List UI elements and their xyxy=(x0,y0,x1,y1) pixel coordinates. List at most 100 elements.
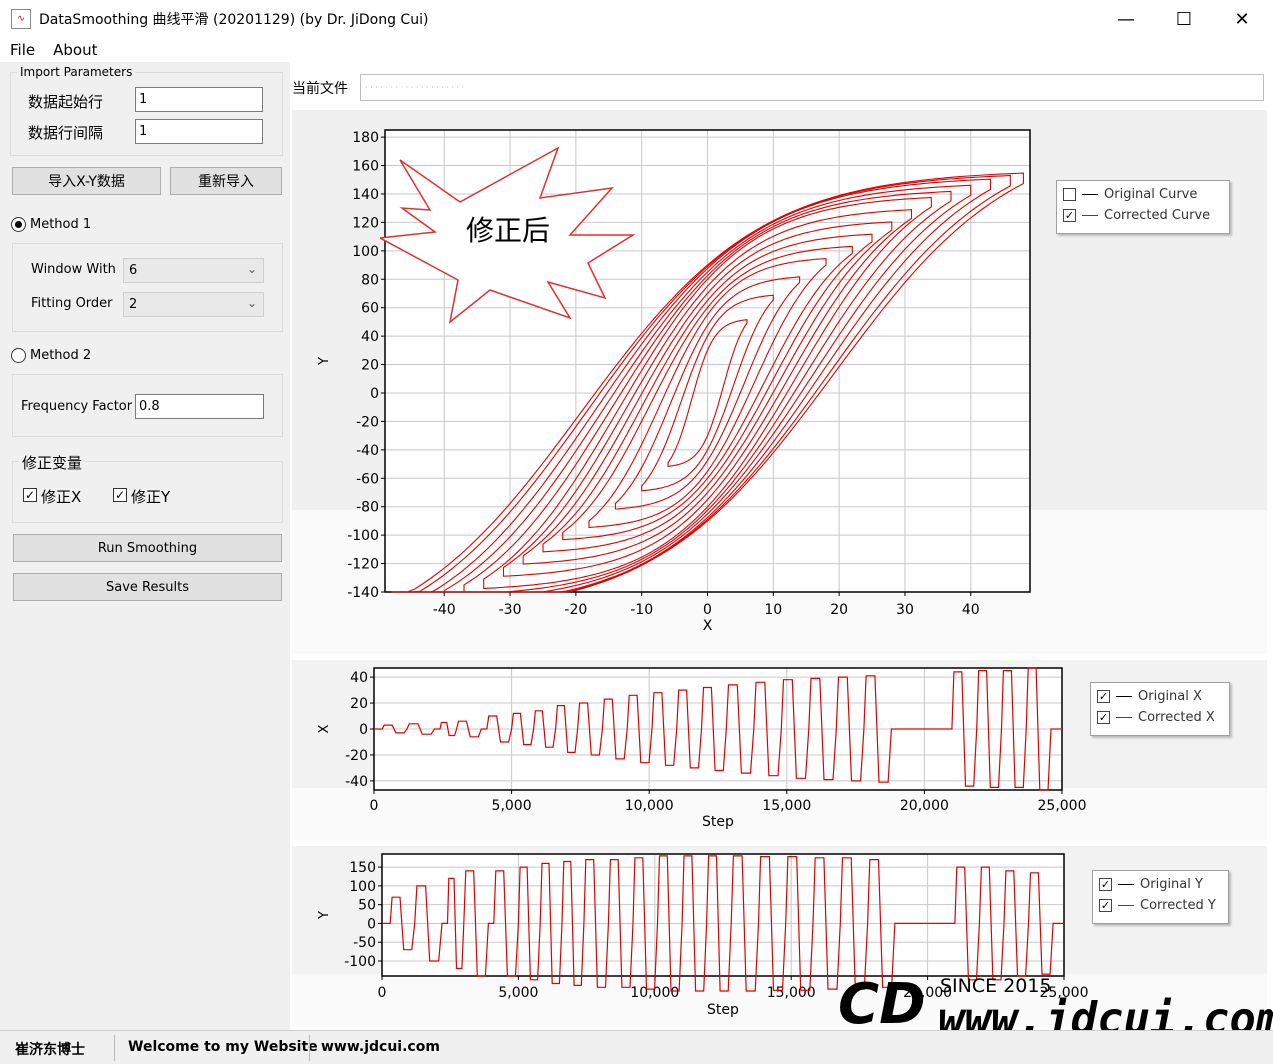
legend-line xyxy=(1118,884,1134,885)
row-interval-input[interactable]: 1 xyxy=(135,119,263,144)
watermark-logo: CD xyxy=(838,972,926,1037)
y-tick-label: 0 xyxy=(367,916,376,932)
x-tick-label: -40 xyxy=(433,602,456,618)
legend-original-y[interactable]: ✓ Original Y xyxy=(1099,877,1203,892)
window-with-value: 6 xyxy=(129,263,138,278)
current-file-label: 当前文件 xyxy=(292,81,348,97)
window-with-label: Window With xyxy=(31,262,116,277)
import-xy-button[interactable]: 导入X-Y数据 xyxy=(12,167,161,195)
correct-y-checkbox[interactable]: ✓ xyxy=(113,488,127,502)
x-chart-panel: 0 5,000 10,000 15,000 20,000 25,000 -40 -20 0 20 4… xyxy=(292,660,1267,840)
y-tick-label: 60 xyxy=(361,301,379,317)
x-tick-label: -20 xyxy=(564,602,587,618)
legend-corrected-y[interactable]: ✓ Corrected Y xyxy=(1099,898,1216,913)
legend-corrected-x[interactable]: ✓ Corrected X xyxy=(1097,710,1215,725)
status-site-link[interactable]: www.jdcui.com xyxy=(321,1039,440,1055)
row-interval-label: 数据行间隔 xyxy=(28,124,104,142)
legend-original-x[interactable]: ✓ Original X xyxy=(1097,689,1202,704)
status-separator xyxy=(309,1035,310,1061)
legend-corrected-curve-label: Corrected Curve xyxy=(1104,208,1211,223)
start-row-input[interactable]: 1 xyxy=(135,87,263,112)
legend-original-curve-label: Original Curve xyxy=(1104,187,1198,202)
import-xy-label: 导入X-Y数据 xyxy=(48,174,125,190)
y-tick-label: 100 xyxy=(349,879,376,895)
app-icon-glyph: ∿ xyxy=(17,14,25,24)
maximize-icon: ☐ xyxy=(1175,8,1193,30)
correct-x-label: 修正X xyxy=(41,488,82,506)
x-tick-label: 10 xyxy=(764,602,782,618)
minimize-button[interactable]: — xyxy=(1097,0,1155,38)
xy-legend: Original Curve ✓ Corrected Curve xyxy=(1056,180,1230,234)
x-tick-label: 30 xyxy=(896,602,914,618)
x-tick-label: 0 xyxy=(703,602,712,618)
legend-corrected-curve[interactable]: ✓ Corrected Curve xyxy=(1063,208,1210,223)
legend-checkbox[interactable]: ✓ xyxy=(1097,690,1110,703)
legend-checkbox[interactable]: ✓ xyxy=(1097,711,1110,724)
import-parameters-legend: Import Parameters xyxy=(17,65,136,79)
y-tick-label: 0 xyxy=(359,722,368,738)
y-tick-label: 20 xyxy=(350,696,368,712)
window-title: DataSmoothing 曲线平滑 (20201129) (by Dr. Ji… xyxy=(39,12,429,28)
save-results-button[interactable]: Save Results xyxy=(13,573,282,601)
correct-vars-legend: 修正变量 xyxy=(19,452,86,473)
y-tick-label: 180 xyxy=(352,130,379,146)
run-smoothing-button[interactable]: Run Smoothing xyxy=(13,534,282,562)
method2-radio[interactable] xyxy=(11,348,26,363)
y-axis-label: Y xyxy=(317,357,332,366)
correct-x-checkbox[interactable]: ✓ xyxy=(23,488,37,502)
fitting-order-label: Fitting Order xyxy=(31,296,113,311)
window-with-select[interactable]: 6 ⌄ xyxy=(123,258,264,283)
legend-checkbox[interactable] xyxy=(1063,188,1076,201)
menu-about[interactable]: About xyxy=(43,41,105,59)
x-tick-label: 20 xyxy=(830,602,848,618)
menu-file[interactable]: File xyxy=(0,41,43,59)
y-axis-label: X xyxy=(317,724,332,733)
correct-y-label: 修正Y xyxy=(131,488,171,506)
y-legend: ✓ Original Y ✓ Corrected Y xyxy=(1092,870,1229,924)
app-icon: ∿ xyxy=(11,9,31,29)
method2-label: Method 2 xyxy=(30,348,92,363)
x-tick-label: 0 xyxy=(378,985,387,1001)
y-tick-label: -120 xyxy=(347,557,379,573)
y-tick-label: 140 xyxy=(352,187,379,203)
x-tick-label: 20,000 xyxy=(900,798,949,814)
y-tick-label: 40 xyxy=(350,670,368,686)
legend-checkbox[interactable]: ✓ xyxy=(1063,209,1076,222)
method1-group xyxy=(12,243,283,332)
status-welcome: Welcome to my Website xyxy=(128,1039,318,1055)
x-axis-label: Step xyxy=(707,1002,739,1018)
x-tick-label: 0 xyxy=(370,798,379,814)
legend-checkbox[interactable]: ✓ xyxy=(1099,878,1112,891)
y-tick-label: -140 xyxy=(347,585,379,601)
fitting-order-value: 2 xyxy=(129,297,138,312)
legend-original-curve[interactable]: Original Curve xyxy=(1063,187,1197,202)
legend-original-x-label: Original X xyxy=(1138,689,1202,704)
x-tick-label: 15,000 xyxy=(767,985,816,1001)
y-tick-label: -50 xyxy=(353,935,376,951)
y-axis-label: Y xyxy=(317,911,332,920)
y-tick-label: -40 xyxy=(356,443,379,459)
maximize-button[interactable]: ☐ xyxy=(1155,0,1213,38)
fitting-order-select[interactable]: 2 ⌄ xyxy=(123,292,264,317)
y-tick-label: -20 xyxy=(345,748,368,764)
x-legend: ✓ Original X ✓ Corrected X xyxy=(1090,682,1230,736)
legend-checkbox[interactable]: ✓ xyxy=(1099,899,1112,912)
menu-bar: File About xyxy=(0,38,1273,62)
frequency-factor-input[interactable]: 0.8 xyxy=(135,394,264,419)
reimport-button[interactable]: 重新导入 xyxy=(170,167,282,195)
y-tick-label: 120 xyxy=(352,215,379,231)
chevron-down-icon: ⌄ xyxy=(246,262,257,276)
run-smoothing-label: Run Smoothing xyxy=(97,540,198,556)
y-tick-label: -100 xyxy=(344,954,376,970)
y-tick-label: -80 xyxy=(356,500,379,516)
parameters-panel: Import Parameters 数据起始行 1 数据行间隔 1 导入X-Y数… xyxy=(0,62,290,1030)
reimport-label: 重新导入 xyxy=(198,174,254,190)
method1-radio[interactable] xyxy=(11,217,26,232)
x-tick-label: 5,000 xyxy=(492,798,532,814)
annotation-text: 修正后 xyxy=(466,214,550,247)
legend-original-y-label: Original Y xyxy=(1140,877,1203,892)
y-tick-label: 80 xyxy=(361,272,379,288)
x-axis-label: Step xyxy=(702,814,734,830)
current-file-field[interactable]: · · · · · · · · · · · · · · · · · · · · xyxy=(360,74,1264,101)
close-button[interactable]: ✕ xyxy=(1213,0,1271,38)
